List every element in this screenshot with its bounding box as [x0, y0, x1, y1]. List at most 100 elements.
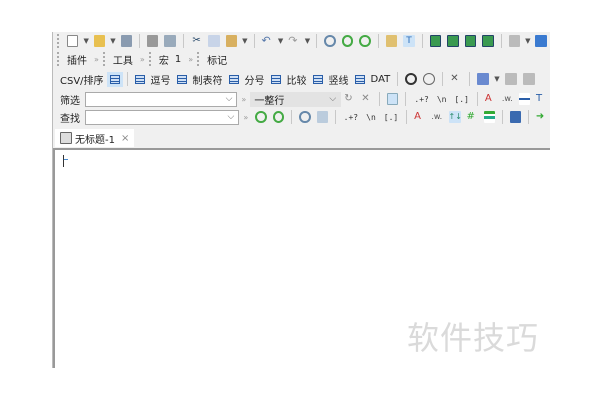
chevron-down-icon[interactable]: ⌵: [329, 94, 336, 104]
csv-semicolon-button[interactable]: 分号: [245, 72, 265, 87]
find-prev-icon[interactable]: [272, 111, 285, 123]
filter-label: 筛选: [60, 95, 80, 107]
tools-menu[interactable]: 工具: [113, 52, 133, 67]
open-folder-icon[interactable]: [93, 35, 106, 47]
line-icon[interactable]: [518, 93, 530, 105]
dropdown-arrow-icon[interactable]: ▼: [278, 37, 283, 45]
swap-icon[interactable]: ↑↓: [448, 111, 462, 123]
csv-table-icon[interactable]: [106, 71, 123, 87]
columns-icon[interactable]: [477, 73, 490, 85]
brackets-toggle[interactable]: [.]: [454, 95, 468, 104]
find-next-icon[interactable]: [255, 111, 267, 123]
tab-untitled[interactable]: 无标题-1 ×: [55, 129, 135, 147]
print-preview-icon[interactable]: [164, 35, 176, 47]
regex-toggle[interactable]: .+?: [344, 113, 358, 122]
separator: [405, 92, 407, 106]
overflow-chevron-icon[interactable]: »: [94, 55, 99, 64]
table-view-icon[interactable]: [504, 73, 517, 85]
separator: [500, 34, 502, 48]
clear-format-icon[interactable]: T: [536, 93, 547, 105]
table-icon: [228, 74, 239, 84]
toolbar-grip[interactable]: [57, 34, 60, 48]
separator: [406, 110, 408, 124]
csv-toolbar: CSV/排序 逗号 制表符 分号 比较 竖线 DAT ✕ ▼: [53, 70, 550, 88]
csv-sort-label[interactable]: CSV/排序: [60, 72, 104, 87]
filter-icon[interactable]: T: [403, 35, 415, 47]
document-icon[interactable]: [508, 35, 521, 47]
separator: [379, 92, 381, 106]
clear-icon[interactable]: ✕: [361, 93, 372, 105]
paste-icon[interactable]: [225, 35, 238, 47]
copy-icon[interactable]: [208, 35, 220, 47]
refresh-icon[interactable]: ↻: [344, 93, 355, 105]
search-input[interactable]: ⌵: [85, 109, 240, 125]
chevron-down-icon[interactable]: ⌵: [228, 112, 235, 122]
redo-icon[interactable]: ↷: [288, 35, 299, 47]
overflow-chevron-icon[interactable]: »: [241, 95, 246, 104]
match-case-icon[interactable]: A: [414, 111, 425, 123]
find-in-files-icon[interactable]: [385, 35, 398, 47]
overflow-chevron-icon[interactable]: »: [243, 113, 248, 122]
find-next-icon[interactable]: [341, 35, 354, 47]
newline-toggle[interactable]: \n: [366, 113, 376, 122]
list-icon[interactable]: [483, 111, 495, 123]
new-file-icon[interactable]: [66, 35, 79, 47]
dropdown-arrow-icon[interactable]: ▼: [494, 75, 499, 83]
chevron-down-icon[interactable]: ⌵: [226, 94, 233, 104]
dropdown-arrow-icon[interactable]: ▼: [242, 37, 247, 45]
overflow-chevron-icon[interactable]: »: [140, 55, 145, 64]
match-case-icon[interactable]: A: [485, 93, 496, 105]
overflow-chevron-icon[interactable]: »: [188, 55, 193, 64]
find-icon[interactable]: [324, 35, 336, 47]
bookmark-menu[interactable]: 标记: [207, 52, 227, 67]
grid-icon[interactable]: #: [467, 111, 478, 123]
dropdown-arrow-icon[interactable]: ▼: [110, 37, 115, 45]
brackets-toggle[interactable]: [.]: [384, 113, 398, 122]
filter-input[interactable]: ⌵: [85, 91, 238, 107]
macro-number[interactable]: 1: [175, 54, 181, 65]
view-lines-icon[interactable]: [429, 35, 442, 47]
table-icon: [134, 74, 145, 84]
window-icon[interactable]: [509, 111, 521, 123]
tools-icon[interactable]: ✕: [450, 73, 462, 85]
save-icon[interactable]: [120, 35, 133, 47]
separator: [421, 34, 423, 48]
plugins-menu[interactable]: 插件: [67, 52, 87, 67]
toolbar-grip[interactable]: [102, 52, 106, 66]
copy-results-icon[interactable]: [316, 111, 328, 123]
add-column-icon[interactable]: [405, 73, 418, 85]
view-columns-icon[interactable]: [447, 35, 459, 47]
dropdown-arrow-icon[interactable]: ▼: [83, 37, 88, 45]
arrow-right-icon[interactable]: ➜: [536, 111, 547, 123]
tab-close-icon[interactable]: ×: [121, 133, 129, 144]
find-prev-icon[interactable]: [359, 35, 371, 47]
regex-toggle[interactable]: .+?: [414, 95, 428, 104]
cut-icon[interactable]: ✂: [191, 35, 202, 47]
table-edit-icon[interactable]: [522, 73, 535, 85]
dropdown-arrow-icon[interactable]: ▼: [525, 37, 530, 45]
dropdown-arrow-icon[interactable]: ▼: [305, 37, 310, 45]
filter-mode-select[interactable]: 一整行 ⌵: [250, 91, 342, 107]
text-editor[interactable]: 软件技巧: [53, 148, 550, 368]
csv-compare-button[interactable]: 比较: [287, 72, 307, 87]
undo-icon[interactable]: ↶: [261, 35, 272, 47]
csv-tab-button[interactable]: 制表符: [193, 72, 223, 87]
toolbar-grip[interactable]: [148, 52, 152, 66]
newline-toggle[interactable]: \n: [437, 95, 447, 104]
whole-word-icon[interactable]: .w.: [502, 93, 513, 105]
toolbar-grip[interactable]: [57, 52, 60, 66]
find-all-icon[interactable]: [299, 111, 311, 123]
export-icon[interactable]: [482, 35, 494, 47]
percent-icon[interactable]: [423, 73, 436, 85]
search-icon[interactable]: [387, 93, 399, 105]
watermark: 软件技巧: [407, 319, 540, 357]
settings-icon[interactable]: [535, 35, 547, 47]
wrap-icon[interactable]: [464, 35, 477, 47]
csv-dat-button[interactable]: DAT: [371, 74, 391, 85]
whole-word-icon[interactable]: .w.: [431, 111, 442, 123]
print-icon[interactable]: [147, 35, 159, 47]
csv-comma-button[interactable]: 逗号: [151, 72, 171, 87]
macro-menu[interactable]: 宏: [159, 52, 169, 67]
csv-pipe-button[interactable]: 竖线: [329, 72, 349, 87]
toolbar-grip[interactable]: [197, 52, 200, 66]
